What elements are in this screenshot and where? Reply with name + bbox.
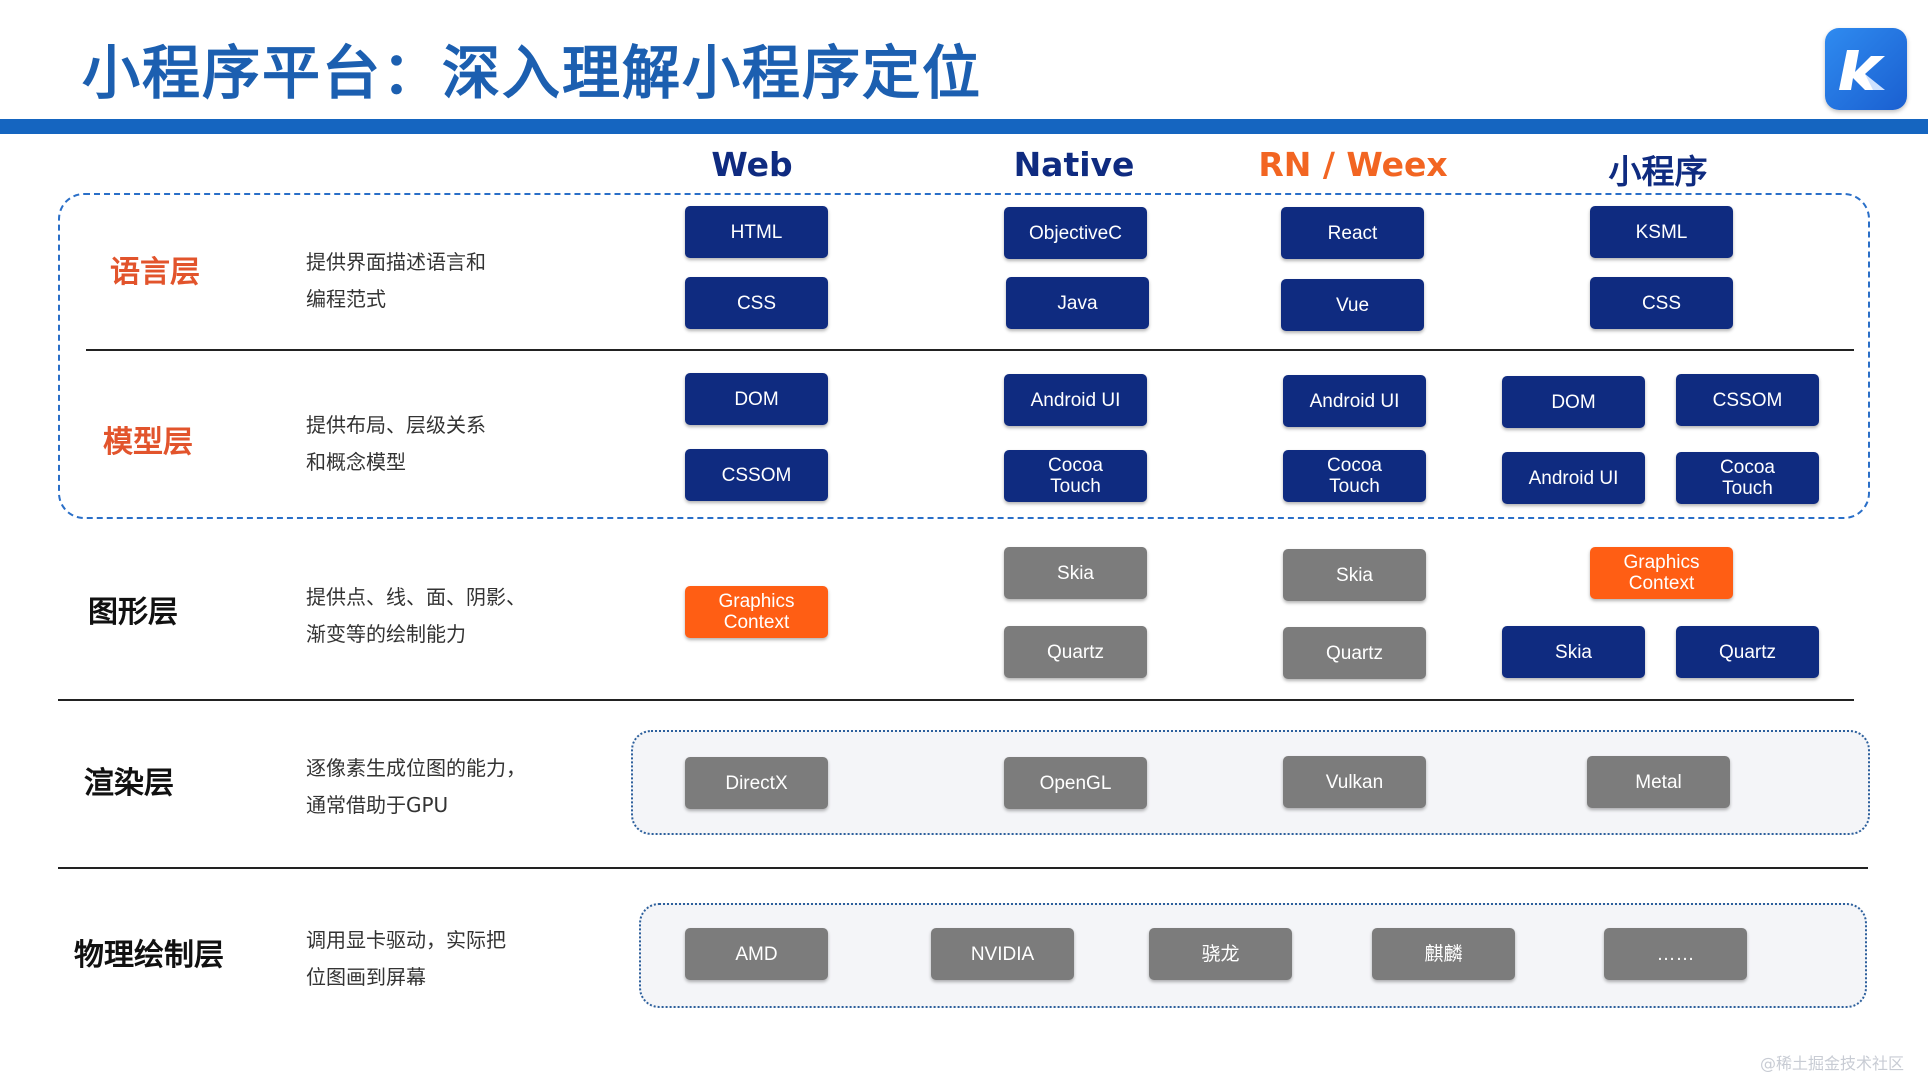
layer-desc-line: 编程范式 [306,287,386,311]
box-lang-rn-react: React [1281,207,1424,259]
page-title: 小程序平台：深入理解小程序定位 [82,39,983,107]
render-physical-divider [58,867,1868,869]
box-model-mini-cssom: CSSOM [1676,374,1819,426]
brand-logo [1825,28,1907,110]
watermark: @稀土掘金技术社区 [1760,1054,1905,1073]
box-gfx-rn-quartz: Quartz [1283,627,1426,679]
box-gfx-native-skia: Skia [1004,547,1147,599]
layer-desc-line: 提供点、线、面、阴影、 [306,585,526,609]
column-header-rn-weex: RN / Weex [1258,145,1448,184]
box-model-web-dom: DOM [685,373,828,425]
box-lang-native-objectivec: ObjectiveC [1004,207,1147,259]
box-model-mini-cocoa-touch: Cocoa Touch [1676,452,1819,504]
box-phys-more: …… [1604,928,1747,980]
layer-name-physical: 物理绘制层 [74,938,224,973]
box-lang-mini-css: CSS [1590,277,1733,329]
layer-desc-line: 位图画到屏幕 [306,965,426,989]
box-model-rn-cocoa-touch: Cocoa Touch [1283,450,1426,502]
box-model-native-cocoa-touch: Cocoa Touch [1004,450,1147,502]
layer-desc-graphics: 提供点、线、面、阴影、 渐变等的绘制能力 [306,579,566,653]
box-render-directx: DirectX [685,757,828,809]
layer-desc-language: 提供界面描述语言和 编程范式 [306,244,566,318]
layer-desc-line: 渐变等的绘制能力 [306,622,466,646]
layer-name-graphics: 图形层 [88,595,178,630]
box-lang-web-html: HTML [685,206,828,258]
box-lang-mini-ksml: KSML [1590,206,1733,258]
layer-name-render: 渲染层 [84,766,174,801]
layer-desc-line: 通常借助于GPU [306,793,449,817]
box-phys-kirin: 麒麟 [1372,928,1515,980]
box-render-vulkan: Vulkan [1283,756,1426,808]
k-logo-icon [1839,50,1885,90]
box-lang-web-css: CSS [685,277,828,329]
layer-name-language: 语言层 [110,255,200,290]
box-model-rn-android-ui: Android UI [1283,375,1426,427]
box-phys-amd: AMD [685,928,828,980]
layer-desc-render: 逐像素生成位图的能力， 通常借助于GPU [306,750,566,824]
column-header-miniprogram: 小程序 [1608,152,1708,191]
box-phys-nvidia: NVIDIA [931,928,1074,980]
box-phys-snapdragon: 骁龙 [1149,928,1292,980]
column-header-web: Web [711,145,793,184]
layer-desc-model: 提供布局、层级关系 和概念模型 [306,407,566,481]
box-lang-rn-vue: Vue [1281,279,1424,331]
layer-desc-line: 提供界面描述语言和 [306,250,486,274]
box-lang-native-java: Java [1006,277,1149,329]
layer-desc-line: 提供布局、层级关系 [306,413,486,437]
box-gfx-web-graphics-context: Graphics Context [685,586,828,638]
box-gfx-mini-graphics-context: Graphics Context [1590,547,1733,599]
box-gfx-native-quartz: Quartz [1004,626,1147,678]
header-divider-bar [0,119,1928,134]
box-gfx-mini-skia: Skia [1502,626,1645,678]
layer-desc-line: 调用显卡驱动，实际把 [306,928,506,952]
layer-desc-line: 和概念模型 [306,450,406,474]
box-render-opengl: OpenGL [1004,757,1147,809]
graphics-render-divider [58,699,1854,701]
box-model-mini-android-ui: Android UI [1502,452,1645,504]
box-gfx-rn-skia: Skia [1283,549,1426,601]
language-model-divider [86,349,1854,351]
layer-name-model: 模型层 [103,425,193,460]
layer-desc-line: 逐像素生成位图的能力， [306,756,526,780]
box-model-native-android-ui: Android UI [1004,374,1147,426]
column-header-native: Native [1013,145,1135,184]
layer-desc-physical: 调用显卡驱动，实际把 位图画到屏幕 [306,922,566,996]
box-model-mini-dom: DOM [1502,376,1645,428]
box-gfx-mini-quartz: Quartz [1676,626,1819,678]
box-render-metal: Metal [1587,756,1730,808]
box-model-web-cssom: CSSOM [685,449,828,501]
